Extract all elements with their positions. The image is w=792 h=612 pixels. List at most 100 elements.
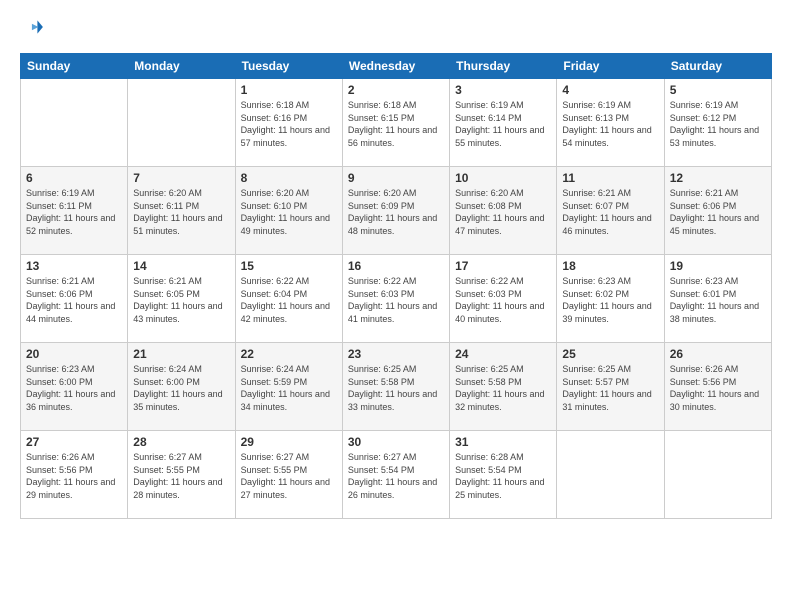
- day-info: Sunrise: 6:20 AM Sunset: 6:11 PM Dayligh…: [133, 187, 229, 237]
- day-info: Sunrise: 6:23 AM Sunset: 6:02 PM Dayligh…: [562, 275, 658, 325]
- day-cell: 10Sunrise: 6:20 AM Sunset: 6:08 PM Dayli…: [450, 167, 557, 255]
- day-number: 18: [562, 259, 658, 273]
- day-cell: 27 Sunrise: 6:26 AM Sunset: 5:56 PM Dayli…: [21, 431, 128, 519]
- day-info: Sunrise: 6:22 AM Sunset: 6:04 PM Dayligh…: [241, 275, 337, 325]
- header: [20, 16, 772, 43]
- header-wednesday: Wednesday: [342, 54, 449, 79]
- day-info: Sunrise: 6:20 AM Sunset: 6:08 PM Dayligh…: [455, 187, 551, 237]
- day-cell: 28 Sunrise: 6:27 AM Sunset: 5:55 PM Dayli…: [128, 431, 235, 519]
- day-cell: 1 Sunrise: 6:18 AM Sunset: 6:16 PM Daylig…: [235, 79, 342, 167]
- day-number: 15: [241, 259, 337, 273]
- day-number: 26: [670, 347, 766, 361]
- day-cell: 7 Sunrise: 6:20 AM Sunset: 6:11 PM Daylig…: [128, 167, 235, 255]
- page: SundayMondayTuesdayWednesdayThursdayFrid…: [0, 0, 792, 612]
- week-row-1: 6 Sunrise: 6:19 AM Sunset: 6:11 PM Daylig…: [21, 167, 772, 255]
- day-info: Sunrise: 6:23 AM Sunset: 6:00 PM Dayligh…: [26, 363, 122, 413]
- day-cell: 16 Sunrise: 6:22 AM Sunset: 6:03 PM Dayli…: [342, 255, 449, 343]
- day-number: 14: [133, 259, 229, 273]
- day-info: Sunrise: 6:25 AM Sunset: 5:58 PM Dayligh…: [455, 363, 551, 413]
- day-info: Sunrise: 6:23 AM Sunset: 6:01 PM Dayligh…: [670, 275, 766, 325]
- day-cell: 4Sunrise: 6:19 AM Sunset: 6:13 PM Daylig…: [557, 79, 664, 167]
- day-info: Sunrise: 6:20 AM Sunset: 6:09 PM Dayligh…: [348, 187, 444, 237]
- day-number: 24: [455, 347, 551, 361]
- day-cell: 17 Sunrise: 6:22 AM Sunset: 6:03 PM Dayli…: [450, 255, 557, 343]
- day-cell: 15 Sunrise: 6:22 AM Sunset: 6:04 PM Dayli…: [235, 255, 342, 343]
- day-cell: 18 Sunrise: 6:23 AM Sunset: 6:02 PM Dayli…: [557, 255, 664, 343]
- day-number: 3: [455, 83, 551, 97]
- day-info: Sunrise: 6:27 AM Sunset: 5:54 PM Dayligh…: [348, 451, 444, 501]
- day-cell: [664, 431, 771, 519]
- day-number: 21: [133, 347, 229, 361]
- day-info: Sunrise: 6:27 AM Sunset: 5:55 PM Dayligh…: [133, 451, 229, 501]
- day-info: Sunrise: 6:25 AM Sunset: 5:57 PM Dayligh…: [562, 363, 658, 413]
- day-cell: 29 Sunrise: 6:27 AM Sunset: 5:55 PM Dayli…: [235, 431, 342, 519]
- day-cell: 6 Sunrise: 6:19 AM Sunset: 6:11 PM Daylig…: [21, 167, 128, 255]
- day-info: Sunrise: 6:22 AM Sunset: 6:03 PM Dayligh…: [455, 275, 551, 325]
- day-info: Sunrise: 6:20 AM Sunset: 6:10 PM Dayligh…: [241, 187, 337, 237]
- day-info: Sunrise: 6:27 AM Sunset: 5:55 PM Dayligh…: [241, 451, 337, 501]
- day-info: Sunrise: 6:24 AM Sunset: 6:00 PM Dayligh…: [133, 363, 229, 413]
- day-info: Sunrise: 6:18 AM Sunset: 6:15 PM Dayligh…: [348, 99, 444, 149]
- day-number: 17: [455, 259, 551, 273]
- day-cell: [557, 431, 664, 519]
- day-info: Sunrise: 6:25 AM Sunset: 5:58 PM Dayligh…: [348, 363, 444, 413]
- day-cell: 11Sunrise: 6:21 AM Sunset: 6:07 PM Dayli…: [557, 167, 664, 255]
- week-row-0: 1 Sunrise: 6:18 AM Sunset: 6:16 PM Daylig…: [21, 79, 772, 167]
- day-info: Sunrise: 6:22 AM Sunset: 6:03 PM Dayligh…: [348, 275, 444, 325]
- day-number: 6: [26, 171, 122, 185]
- day-cell: [21, 79, 128, 167]
- day-number: 4: [562, 83, 658, 97]
- day-info: Sunrise: 6:21 AM Sunset: 6:06 PM Dayligh…: [26, 275, 122, 325]
- day-cell: 13 Sunrise: 6:21 AM Sunset: 6:06 PM Dayli…: [21, 255, 128, 343]
- day-cell: 22 Sunrise: 6:24 AM Sunset: 5:59 PM Dayli…: [235, 343, 342, 431]
- day-cell: 21 Sunrise: 6:24 AM Sunset: 6:00 PM Dayli…: [128, 343, 235, 431]
- header-saturday: Saturday: [664, 54, 771, 79]
- day-cell: 12 Sunrise: 6:21 AM Sunset: 6:06 PM Dayli…: [664, 167, 771, 255]
- day-cell: 5Sunrise: 6:19 AM Sunset: 6:12 PM Daylig…: [664, 79, 771, 167]
- header-monday: Monday: [128, 54, 235, 79]
- day-number: 22: [241, 347, 337, 361]
- day-number: 28: [133, 435, 229, 449]
- day-number: 31: [455, 435, 551, 449]
- day-number: 23: [348, 347, 444, 361]
- day-number: 25: [562, 347, 658, 361]
- header-row: SundayMondayTuesdayWednesdayThursdayFrid…: [21, 54, 772, 79]
- day-info: Sunrise: 6:19 AM Sunset: 6:11 PM Dayligh…: [26, 187, 122, 237]
- day-cell: 20Sunrise: 6:23 AM Sunset: 6:00 PM Dayli…: [21, 343, 128, 431]
- day-cell: 2Sunrise: 6:18 AM Sunset: 6:15 PM Daylig…: [342, 79, 449, 167]
- day-cell: 14 Sunrise: 6:21 AM Sunset: 6:05 PM Dayli…: [128, 255, 235, 343]
- day-cell: [128, 79, 235, 167]
- day-info: Sunrise: 6:19 AM Sunset: 6:14 PM Dayligh…: [455, 99, 551, 149]
- week-row-4: 27 Sunrise: 6:26 AM Sunset: 5:56 PM Dayli…: [21, 431, 772, 519]
- day-number: 19: [670, 259, 766, 273]
- day-info: Sunrise: 6:21 AM Sunset: 6:05 PM Dayligh…: [133, 275, 229, 325]
- header-friday: Friday: [557, 54, 664, 79]
- day-number: 27: [26, 435, 122, 449]
- day-info: Sunrise: 6:26 AM Sunset: 5:56 PM Dayligh…: [26, 451, 122, 501]
- day-cell: 24 Sunrise: 6:25 AM Sunset: 5:58 PM Dayli…: [450, 343, 557, 431]
- day-cell: 8 Sunrise: 6:20 AM Sunset: 6:10 PM Daylig…: [235, 167, 342, 255]
- header-tuesday: Tuesday: [235, 54, 342, 79]
- day-number: 12: [670, 171, 766, 185]
- day-cell: 30 Sunrise: 6:27 AM Sunset: 5:54 PM Dayli…: [342, 431, 449, 519]
- day-number: 7: [133, 171, 229, 185]
- day-number: 1: [241, 83, 337, 97]
- day-info: Sunrise: 6:21 AM Sunset: 6:06 PM Dayligh…: [670, 187, 766, 237]
- day-cell: 25 Sunrise: 6:25 AM Sunset: 5:57 PM Dayli…: [557, 343, 664, 431]
- header-sunday: Sunday: [21, 54, 128, 79]
- day-number: 16: [348, 259, 444, 273]
- day-cell: 26Sunrise: 6:26 AM Sunset: 5:56 PM Dayli…: [664, 343, 771, 431]
- day-number: 30: [348, 435, 444, 449]
- logo: [20, 16, 46, 43]
- day-number: 13: [26, 259, 122, 273]
- week-row-2: 13 Sunrise: 6:21 AM Sunset: 6:06 PM Dayli…: [21, 255, 772, 343]
- day-cell: 3 Sunrise: 6:19 AM Sunset: 6:14 PM Daylig…: [450, 79, 557, 167]
- day-info: Sunrise: 6:18 AM Sunset: 6:16 PM Dayligh…: [241, 99, 337, 149]
- day-number: 8: [241, 171, 337, 185]
- day-cell: 9Sunrise: 6:20 AM Sunset: 6:09 PM Daylig…: [342, 167, 449, 255]
- day-info: Sunrise: 6:24 AM Sunset: 5:59 PM Dayligh…: [241, 363, 337, 413]
- calendar-table: SundayMondayTuesdayWednesdayThursdayFrid…: [20, 53, 772, 519]
- day-number: 29: [241, 435, 337, 449]
- day-info: Sunrise: 6:28 AM Sunset: 5:54 PM Dayligh…: [455, 451, 551, 501]
- day-number: 11: [562, 171, 658, 185]
